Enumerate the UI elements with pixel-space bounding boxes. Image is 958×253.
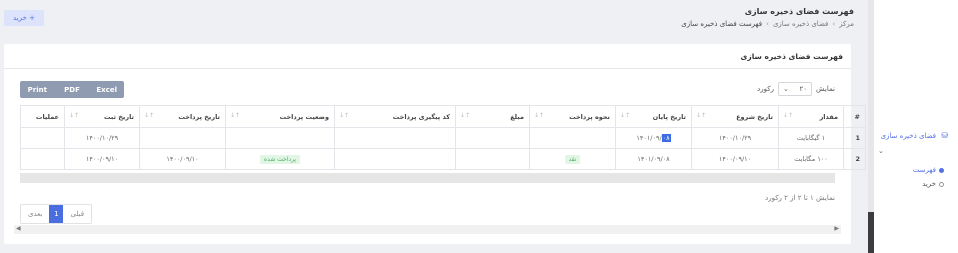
sidebar-subitem-label: خرید bbox=[922, 180, 936, 188]
chevron-down-icon: ⌄ bbox=[782, 85, 789, 93]
table-info: نمایش ۱ تا ۲ از ۲ رکورد bbox=[765, 194, 835, 202]
next-page-button[interactable]: بعدی bbox=[21, 205, 49, 223]
chevron-left-icon: › bbox=[832, 20, 836, 28]
price-cell bbox=[455, 127, 530, 149]
page-length-control: نمایش ۲۰ ⌄ رکورد bbox=[757, 82, 835, 96]
pdf-button[interactable]: PDF bbox=[55, 81, 90, 98]
pagination: بعدی 1 قبلی bbox=[20, 204, 93, 224]
sort-icon: ↑↓ bbox=[230, 112, 241, 119]
row-number: 1 bbox=[843, 127, 866, 149]
price-cell bbox=[455, 148, 530, 170]
sidebar-subitem-buy[interactable]: خرید bbox=[922, 180, 944, 188]
scroll-right-icon[interactable]: ▶ bbox=[834, 225, 839, 232]
column-header: عملیات bbox=[20, 105, 65, 128]
row-number: 2 bbox=[843, 148, 866, 170]
sidebar-subitem-list[interactable]: فهرست bbox=[913, 166, 944, 174]
divider bbox=[4, 68, 851, 69]
column-header[interactable]: کد پیگیری پرداخت ↑↓ bbox=[334, 105, 456, 128]
sort-icon: ↑↓ bbox=[534, 112, 545, 119]
table-row: 2 ۱۰۰ مگابایت ۱۴۰۰/۰۹/۱۰ ۱۴۰۱/۰۹/۰۸ نقد … bbox=[20, 148, 866, 170]
payment-method-cell: نقد bbox=[529, 148, 616, 170]
card-title: فهرست فضای ذخیره سازی bbox=[740, 52, 843, 61]
column-header[interactable]: وضعیت پرداخت ↑↓ bbox=[225, 105, 335, 128]
buy-button[interactable]: + خرید bbox=[4, 10, 44, 26]
sidebar-item-storage[interactable]: ⛁ فضای ذخیره سازی ⌄ bbox=[872, 131, 948, 155]
breadcrumb-storage[interactable]: فضای ذخیره سازی bbox=[773, 20, 828, 28]
storage-icon: ⛁ bbox=[941, 131, 948, 140]
column-header[interactable]: تاریخ پایان ↑↓ bbox=[615, 105, 692, 128]
breadcrumb-current: فهرست فضای ذخیره سازی bbox=[681, 20, 763, 28]
page-length-value: ۲۰ bbox=[799, 85, 807, 93]
amount-cell: ۱ گیگابایت bbox=[778, 127, 844, 149]
column-header[interactable]: نحوه پرداخت ↑↓ bbox=[529, 105, 616, 128]
column-header[interactable]: تاریخ ثبت ↑↓ bbox=[64, 105, 140, 128]
sidebar-subitem-label: فهرست bbox=[912, 166, 936, 174]
end-date-cell: ۱۴۰۱/۰۹/۰۸ bbox=[615, 148, 692, 170]
scroll-left-icon[interactable]: ◀ bbox=[16, 225, 21, 232]
sort-icon: ↑↓ bbox=[460, 112, 471, 119]
tracking-code-cell bbox=[334, 127, 456, 149]
inactive-dot-icon bbox=[939, 181, 944, 187]
operations-cell[interactable] bbox=[20, 127, 65, 149]
print-button[interactable]: Print bbox=[20, 81, 55, 98]
register-date-cell: ۱۴۰۰/۰۹/۱۰ bbox=[64, 148, 140, 170]
page-length-select[interactable]: ۲۰ ⌄ bbox=[777, 82, 812, 96]
end-date-rest: ۱۴۰۱/۰۹/۰۸ bbox=[637, 155, 670, 163]
sort-icon: ↑↓ bbox=[696, 112, 707, 119]
breadcrumb: مرکز › فضای ذخیره سازی › فهرست فضای ذخیر… bbox=[681, 20, 854, 28]
sort-icon: ↑↓ bbox=[144, 112, 155, 119]
sort-icon: ↑↓ bbox=[620, 112, 631, 119]
column-header[interactable]: مقدار ↑↓ bbox=[778, 105, 844, 128]
previous-page-button[interactable]: قبلی bbox=[63, 205, 91, 223]
page-title: فهرست فضای ذخیره سازی bbox=[744, 7, 854, 16]
payment-status-cell bbox=[225, 127, 335, 149]
chevron-down-icon: ⌄ bbox=[878, 147, 884, 155]
sort-icon: ↑↓ bbox=[783, 112, 794, 119]
column-header[interactable]: # bbox=[843, 105, 866, 128]
length-label-before: نمایش bbox=[815, 85, 835, 93]
page-horizontal-scrollbar[interactable]: ◀ ▶ bbox=[14, 225, 841, 234]
start-date-cell: ۱۴۰۰/۱۰/۲۹ bbox=[691, 127, 779, 149]
text-selection: ۰۸ bbox=[661, 134, 671, 142]
sidebar-item-label: فضای ذخیره سازی bbox=[880, 132, 936, 140]
start-date-cell: ۱۴۰۰/۰۹/۱۰ bbox=[691, 148, 779, 170]
register-date-cell: ۱۴۰۰/۱۰/۲۹ bbox=[64, 127, 140, 149]
column-header[interactable]: تاریخ شروع ↑↓ bbox=[691, 105, 779, 128]
end-date-rest: ۱۴۰۱/۰۹/ bbox=[636, 134, 662, 142]
excel-button[interactable]: Excel bbox=[89, 81, 124, 98]
storage-list-card: فهرست فضای ذخیره سازی Print PDF Excel نم… bbox=[4, 44, 866, 244]
payment-date-cell: ۱۴۰۰/۰۹/۱۰ bbox=[139, 148, 226, 170]
table-horizontal-scrollbar[interactable] bbox=[20, 173, 835, 183]
main-content: + خرید فهرست فضای ذخیره سازی مرکز › فضای… bbox=[0, 0, 868, 253]
sort-icon: ↑↓ bbox=[69, 112, 80, 119]
table-row: 1 ۱ گیگابایت ۱۴۰۰/۱۰/۲۹ ۱۴۰۱/۰۹/۰۸ ۱۴۰۰/… bbox=[20, 127, 866, 149]
export-buttons: Print PDF Excel bbox=[20, 81, 124, 98]
payment-status-cell: پرداخت شده bbox=[225, 148, 335, 170]
payment-method-cell bbox=[529, 127, 616, 149]
sidebar: ⛁ فضای ذخیره سازی ⌄ فهرست خرید bbox=[874, 0, 958, 253]
active-dot-icon bbox=[939, 167, 944, 173]
length-label-after: رکورد bbox=[757, 85, 774, 93]
chevron-left-icon: › bbox=[766, 20, 769, 28]
amount-cell: ۱۰۰ مگابایت bbox=[778, 148, 844, 170]
sort-icon: ↑↓ bbox=[339, 112, 350, 119]
storage-table: # مقدار ↑↓ تاریخ شروع ↑↓ تاریخ پایان ↑↓ نحو… bbox=[20, 105, 866, 170]
table-header-row: # مقدار ↑↓ تاریخ شروع ↑↓ تاریخ پایان ↑↓ نحو… bbox=[20, 105, 866, 128]
column-header[interactable]: مبلغ ↑↓ bbox=[455, 105, 530, 128]
column-header[interactable]: تاریخ پرداخت ↑↓ bbox=[139, 105, 226, 128]
payment-method-badge: نقد bbox=[564, 155, 581, 164]
payment-date-cell bbox=[139, 127, 226, 149]
end-date-cell: ۱۴۰۱/۰۹/۰۸ bbox=[615, 127, 692, 149]
breadcrumb-home[interactable]: مرکز bbox=[839, 20, 854, 28]
tracking-code-cell bbox=[334, 148, 456, 170]
page-button-current[interactable]: 1 bbox=[49, 205, 64, 223]
status-badge: پرداخت شده bbox=[259, 155, 301, 164]
operations-cell[interactable] bbox=[20, 148, 65, 170]
